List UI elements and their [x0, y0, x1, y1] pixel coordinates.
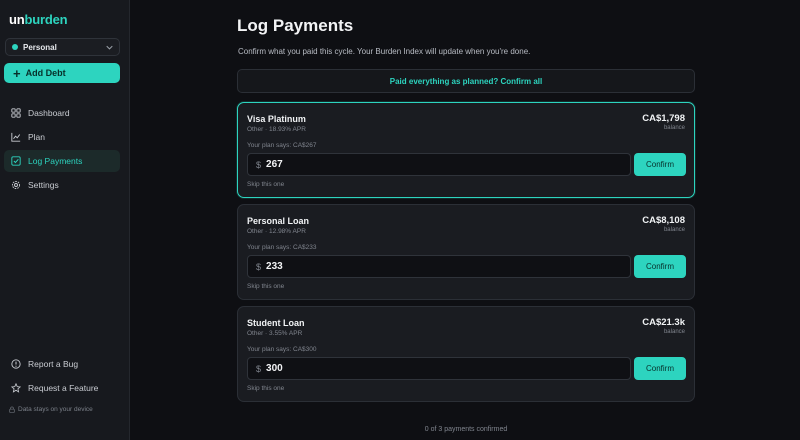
- debt-balance: CA$21.3k: [642, 317, 685, 328]
- payment-amount-input[interactable]: $ 267: [247, 153, 631, 176]
- chevron-down-icon: [106, 45, 113, 50]
- report-bug-link[interactable]: Report a Bug: [4, 353, 120, 375]
- skip-link[interactable]: Skip this one: [247, 385, 284, 392]
- sidebar: unburden Personal + Add Debt Dashboard P…: [0, 0, 130, 440]
- confirm-button[interactable]: Confirm: [634, 357, 686, 380]
- sidebar-item-label: Log Payments: [28, 156, 83, 166]
- confirm-button[interactable]: Confirm: [634, 153, 686, 176]
- payment-amount-input[interactable]: $ 233: [247, 255, 631, 278]
- chart-line-icon: [11, 132, 21, 142]
- skip-link[interactable]: Skip this one: [247, 283, 284, 290]
- grid-icon: [11, 108, 21, 118]
- profile-selector[interactable]: Personal: [5, 38, 120, 56]
- debt-name: Student Loan: [247, 318, 305, 328]
- device-note-label: Data stays on your device: [18, 406, 93, 413]
- debt-meta: Other · 18.93% APR: [247, 126, 306, 133]
- profile-name: Personal: [23, 42, 57, 52]
- debt-card: Personal Loan Other · 12.98% APR CA$8,10…: [237, 204, 695, 300]
- request-feature-label: Request a Feature: [28, 383, 99, 393]
- confirm-button[interactable]: Confirm: [634, 255, 686, 278]
- sidebar-item-label: Settings: [28, 180, 59, 190]
- lock-icon: [9, 406, 15, 413]
- debt-name: Visa Platinum: [247, 114, 306, 124]
- payment-amount-value: 267: [266, 159, 283, 170]
- sidebar-item-plan[interactable]: Plan: [4, 126, 120, 148]
- sidebar-item-label: Plan: [28, 132, 46, 142]
- payment-amount-value: 233: [266, 261, 283, 272]
- report-bug-label: Report a Bug: [28, 359, 79, 369]
- plan-says: Your plan says: CA$300: [247, 346, 317, 353]
- checkbox-icon: [11, 156, 21, 166]
- logo-text-burden: burden: [24, 12, 68, 27]
- sidebar-item-dashboard[interactable]: Dashboard: [4, 102, 120, 124]
- debt-balance: CA$1,798: [642, 113, 685, 124]
- debt-name: Personal Loan: [247, 216, 310, 226]
- debt-meta: Other · 12.98% APR: [247, 228, 306, 235]
- payment-amount-input[interactable]: $ 300: [247, 357, 631, 380]
- currency-symbol: $: [256, 261, 262, 272]
- profile-status-dot: [12, 44, 18, 50]
- payment-amount-value: 300: [266, 363, 283, 374]
- debt-meta: Other · 3.55% APR: [247, 330, 303, 337]
- debt-card: Student Loan Other · 3.55% APR CA$21.3k …: [237, 306, 695, 402]
- debt-balance-label: balance: [663, 227, 685, 233]
- sidebar-item-label: Dashboard: [28, 108, 70, 118]
- debt-balance-label: balance: [663, 329, 685, 335]
- app-logo[interactable]: unburden: [9, 12, 68, 27]
- sidebar-item-log-payments[interactable]: Log Payments: [4, 150, 120, 172]
- debt-balance-label: balance: [663, 125, 685, 131]
- page-title: Log Payments: [237, 16, 354, 35]
- star-icon: [11, 383, 21, 393]
- debt-balance: CA$8,108: [642, 215, 685, 226]
- sidebar-item-settings[interactable]: Settings: [4, 174, 120, 196]
- request-feature-link[interactable]: Request a Feature: [4, 377, 120, 399]
- logo-text-un: un: [9, 12, 25, 27]
- debt-card: Visa Platinum Other · 18.93% APR CA$1,79…: [237, 102, 695, 198]
- confirmed-count: 0 of 3 payments confirmed: [424, 426, 508, 433]
- plus-icon: +: [13, 65, 21, 81]
- plan-says: Your plan says: CA$233: [247, 244, 317, 251]
- page-subtitle: Confirm what you paid this cycle. Your B…: [238, 47, 531, 56]
- plan-says: Your plan says: CA$267: [247, 142, 317, 149]
- add-debt-button[interactable]: + Add Debt: [4, 63, 120, 83]
- info-circle-icon: [11, 359, 21, 369]
- skip-link[interactable]: Skip this one: [247, 181, 284, 188]
- currency-symbol: $: [256, 159, 262, 170]
- gear-icon: [11, 180, 21, 190]
- add-debt-label: Add Debt: [25, 68, 66, 78]
- device-note: Data stays on your device: [9, 406, 93, 413]
- confirm-all-button[interactable]: Paid everything as planned? Confirm all: [237, 69, 695, 93]
- currency-symbol: $: [256, 363, 262, 374]
